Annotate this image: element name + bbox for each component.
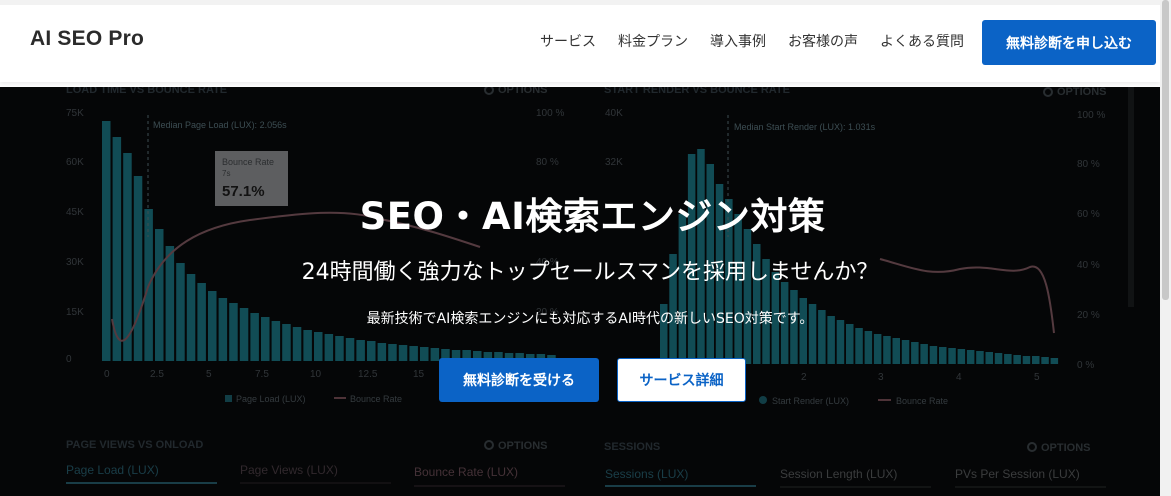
service-details-button[interactable]: サービス詳細: [617, 358, 746, 402]
hero-section: LOAD TIME VS BOUNCE RATE OPTIONS 75K 60K…: [0, 87, 1160, 496]
hero-title: SEO・AI検索エンジン対策: [359, 195, 826, 238]
site-logo[interactable]: AI SEO Pro: [30, 27, 144, 51]
free-diagnosis-button[interactable]: 無料診断を受ける: [439, 358, 599, 402]
nav-item-services[interactable]: サービス: [540, 31, 596, 51]
main-nav: サービス 料金プラン 導入事例 お客様の声 よくある質問: [518, 31, 964, 51]
nav-item-pricing[interactable]: 料金プラン: [618, 31, 688, 51]
nav-item-faq[interactable]: よくある質問: [880, 31, 964, 51]
nav-item-testimonials[interactable]: お客様の声: [788, 31, 858, 51]
hero-dark-overlay: [0, 87, 1160, 496]
site-header: AI SEO Pro サービス 料金プラン 導入事例 お客様の声 よくある質問 …: [0, 0, 1160, 82]
nav-item-case-studies[interactable]: 導入事例: [710, 31, 766, 51]
page-scrollbar[interactable]: [1160, 0, 1171, 496]
scrollbar-thumb[interactable]: [1162, 0, 1169, 300]
hero-subtitle: 24時間働く強力なトップセールスマンを採用しませんか？: [301, 260, 879, 285]
hero-description: 最新技術でAI検索エンジンにも対応するAI時代の新しいSEO対策です。: [366, 311, 814, 327]
free-diagnosis-apply-button[interactable]: 無料診断を申し込む: [982, 20, 1156, 65]
